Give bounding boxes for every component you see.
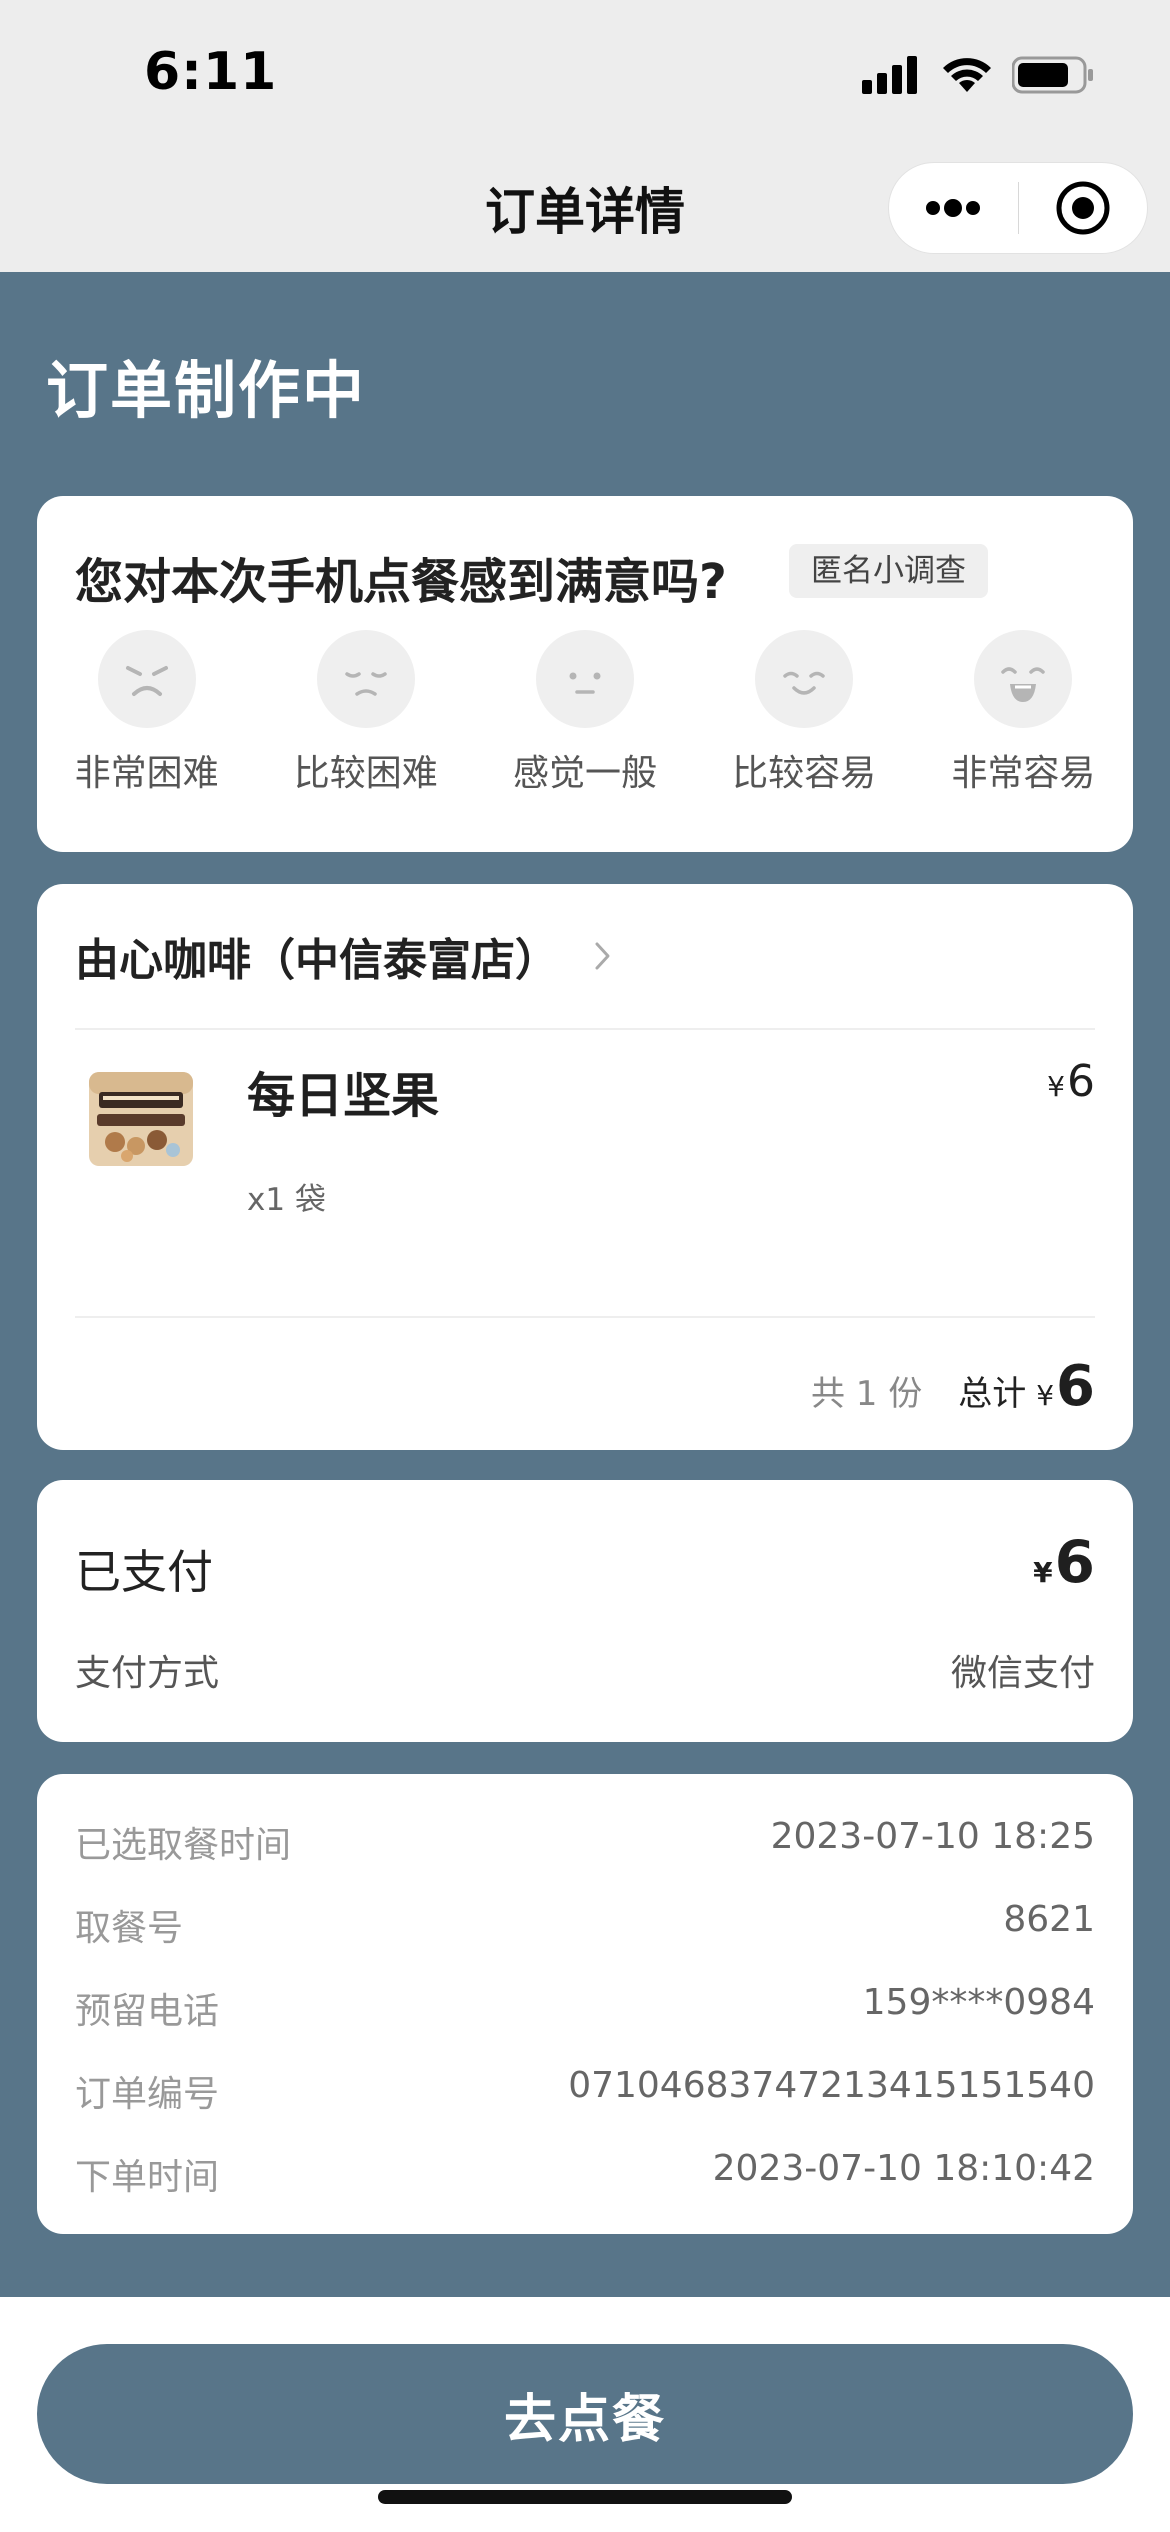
item-name: 每日坚果	[247, 1068, 440, 1124]
item-price: ¥6	[1047, 1056, 1095, 1107]
survey-question: 您对本次手机点餐感到满意吗?	[75, 554, 727, 610]
currency-symbol: ¥	[1047, 1070, 1065, 1103]
survey-option-label: 比较困难	[293, 753, 438, 794]
info-label: 订单编号	[75, 2074, 220, 2115]
payment-method-label: 支付方式	[75, 1653, 220, 1694]
info-value: 8621	[1003, 1899, 1095, 1940]
very-easy-face-icon	[974, 630, 1073, 728]
info-row-order-time: 下单时间 2023-07-10 18:10:42	[75, 2148, 1095, 2200]
info-row-phone: 预留电话 159****0984	[75, 1982, 1095, 2034]
status-time: 6:11	[144, 42, 278, 102]
difficult-face-icon	[316, 630, 415, 728]
survey-option-easy[interactable]: 比较容易	[695, 630, 914, 796]
divider	[75, 1028, 1095, 1030]
more-dots-icon	[926, 199, 981, 217]
info-value: 2023-07-10 18:10:42	[712, 2148, 1095, 2189]
top-bar: 6:11 订单详情	[0, 0, 1170, 272]
chevron-right-icon	[595, 942, 610, 970]
survey-options: 非常困难 比较困难 感觉一般 比较容易 非常容易	[37, 630, 1133, 796]
order-again-button[interactable]: 去点餐	[37, 2344, 1133, 2484]
neutral-face-icon	[535, 630, 634, 728]
paid-amount: ¥6	[1033, 1528, 1095, 1596]
info-row-order-number: 订单编号 07104683747213415151540	[75, 2065, 1095, 2117]
info-value[interactable]: 07104683747213415151540	[568, 2065, 1095, 2117]
info-label: 已选取餐时间	[75, 1825, 292, 1866]
survey-option-label: 比较容易	[732, 753, 877, 794]
total-amount: 6	[1056, 1354, 1095, 1419]
target-close-icon	[1056, 181, 1110, 235]
store-link[interactable]: 由心咖啡（中信泰富店）	[75, 924, 613, 988]
item-quantity: x1 袋	[247, 1182, 326, 1218]
wifi-icon	[943, 58, 991, 92]
mini-program-capsule	[888, 162, 1148, 254]
order-card: 由心咖啡（中信泰富店） 每日坚果 x1 袋 ¥6 共 1 份 总计 ¥ 6	[37, 884, 1133, 1450]
survey-option-neutral[interactable]: 感觉一般	[475, 630, 694, 796]
status-icons	[862, 56, 1094, 94]
home-indicator	[378, 2490, 792, 2504]
more-button[interactable]	[889, 163, 1018, 253]
cellular-signal-icon	[862, 56, 917, 94]
item-price-value: 6	[1067, 1056, 1095, 1107]
survey-option-very-difficult[interactable]: 非常困难	[37, 630, 256, 796]
info-label: 下单时间	[75, 2157, 220, 2198]
payment-card: 已支付 ¥6 支付方式 微信支付	[37, 1480, 1133, 1742]
currency-symbol: ¥	[1033, 1556, 1053, 1589]
survey-option-label: 非常困难	[74, 753, 219, 794]
order-info-card: 已选取餐时间 2023-07-10 18:25 取餐号 8621 预留电话 15…	[37, 1774, 1133, 2234]
close-button[interactable]	[1019, 163, 1148, 253]
very-difficult-face-icon	[97, 630, 196, 728]
survey-option-very-easy[interactable]: 非常容易	[914, 630, 1133, 796]
survey-card: 您对本次手机点餐感到满意吗? 匿名小调查 非常困难 比较困难 感觉一般 比较容易…	[37, 496, 1133, 852]
info-value: 159****0984	[862, 1982, 1095, 2023]
product-image	[89, 1072, 193, 1166]
info-row-pickup-number: 取餐号 8621	[75, 1899, 1095, 1951]
info-row-pickup-time: 已选取餐时间 2023-07-10 18:25	[75, 1816, 1095, 1868]
order-status-title: 订单制作中	[46, 354, 367, 427]
anonymous-survey-tag: 匿名小调查	[789, 544, 988, 598]
payment-method-value: 微信支付	[950, 1653, 1095, 1694]
easy-face-icon	[755, 630, 854, 728]
survey-option-label: 非常容易	[951, 753, 1096, 794]
item-count: 共 1 份	[810, 1374, 923, 1414]
survey-option-difficult[interactable]: 比较困难	[256, 630, 475, 796]
info-value: 2023-07-10 18:25	[770, 1816, 1095, 1857]
info-label: 取餐号	[75, 1908, 184, 1949]
currency-symbol: ¥	[1036, 1379, 1055, 1412]
order-totals: 共 1 份 总计 ¥ 6	[811, 1354, 1095, 1419]
survey-option-label: 感觉一般	[512, 753, 657, 794]
info-label: 预留电话	[75, 1991, 220, 2032]
payment-status: 已支付	[75, 1545, 213, 1599]
total-label: 总计	[958, 1374, 1027, 1414]
divider	[75, 1316, 1095, 1318]
store-name: 由心咖啡（中信泰富店）	[75, 935, 559, 986]
paid-amount-value: 6	[1054, 1528, 1095, 1596]
battery-icon	[1012, 56, 1093, 94]
content-section: 订单制作中 您对本次手机点餐感到满意吗? 匿名小调查 非常困难 比较困难 感觉一…	[0, 272, 1170, 2297]
